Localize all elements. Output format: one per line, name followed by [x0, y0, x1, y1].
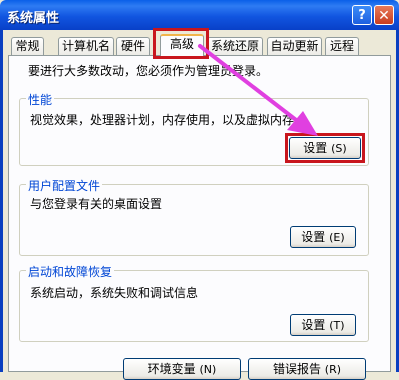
- group-startup-recovery-title: 启动和故障恢复: [26, 263, 115, 280]
- title-bar[interactable]: 系统属性 ? ✕: [0, 0, 399, 30]
- error-reporting-key: (R): [324, 363, 342, 376]
- group-performance-desc: 视觉效果，处理器计划，内存使用，以及虚拟内存: [30, 113, 295, 127]
- group-user-profiles-title: 用户配置文件: [26, 177, 103, 194]
- tab-hardware[interactable]: 硬件: [116, 37, 150, 55]
- tab-computer-name[interactable]: 计算机名: [58, 37, 114, 55]
- window-title: 系统属性: [7, 11, 60, 26]
- tab-system-restore[interactable]: 系统还原: [207, 37, 263, 55]
- close-icon: ✕: [378, 8, 390, 24]
- group-performance-title: 性能: [26, 91, 55, 108]
- close-button[interactable]: ✕: [374, 5, 394, 25]
- tab-general[interactable]: 常规: [11, 37, 44, 55]
- tab-remote[interactable]: 远程: [325, 37, 359, 55]
- user-profiles-settings-button[interactable]: 设置 (E): [290, 226, 356, 248]
- environment-variables-button[interactable]: 环境变量 (N): [123, 358, 241, 380]
- environment-variables-key: (N): [199, 363, 217, 376]
- startup-recovery-settings-button[interactable]: 设置 (T): [290, 314, 356, 336]
- error-reporting-label: 错误报告: [272, 362, 321, 376]
- startup-recovery-settings-label: 设置: [301, 318, 326, 332]
- help-icon: ?: [358, 8, 366, 23]
- user-profiles-settings-label: 设置: [301, 230, 326, 244]
- tab-highlight-box: [153, 28, 209, 59]
- error-reporting-button[interactable]: 错误报告 (R): [248, 358, 366, 380]
- user-profiles-settings-key: (E): [329, 231, 345, 244]
- help-button[interactable]: ?: [352, 5, 372, 25]
- environment-variables-label: 环境变量: [147, 362, 196, 376]
- startup-recovery-settings-key: (T): [329, 319, 345, 332]
- settings-highlight-box: [285, 133, 365, 163]
- group-user-profiles-desc: 与您登录有关的桌面设置: [30, 197, 163, 211]
- admin-notice: 要进行大多数改动，您必须作为管理员登录。: [28, 64, 269, 78]
- group-startup-recovery-desc: 系统启动，系统失败和调试信息: [30, 286, 199, 300]
- tab-automatic-updates[interactable]: 自动更新: [267, 37, 322, 55]
